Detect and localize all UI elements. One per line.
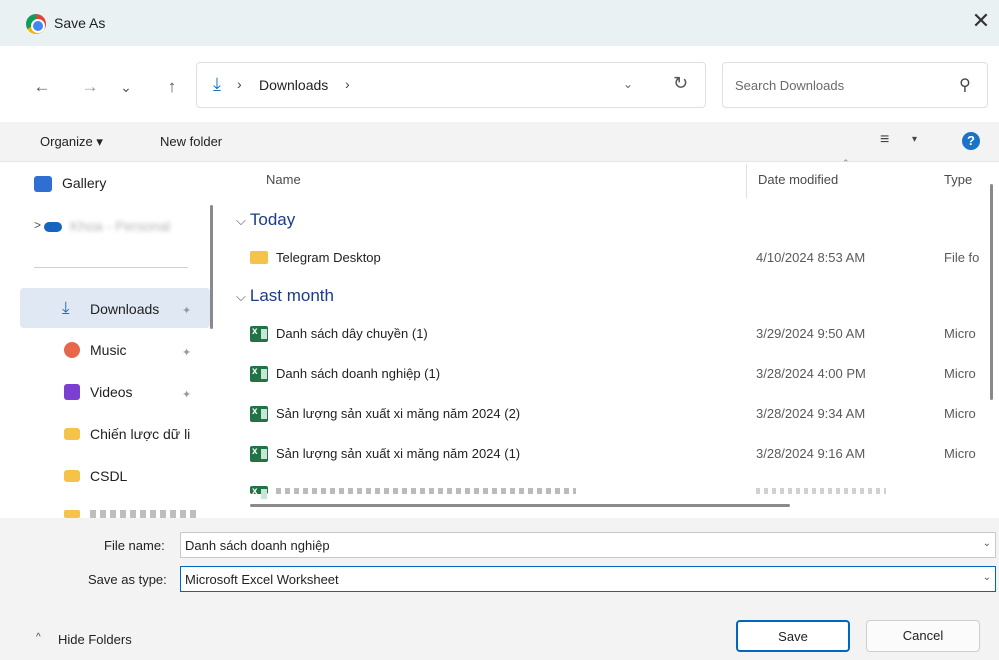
file-name-field[interactable]: Danh sách doanh nghiệp ⌄ [180, 532, 996, 558]
back-arrow-icon[interactable]: ← [30, 76, 54, 100]
column-divider[interactable] [746, 164, 747, 198]
gallery-icon [34, 176, 52, 192]
sidebar-item-label: Gallery [62, 175, 107, 191]
refresh-icon[interactable]: ↻ [673, 73, 688, 94]
folder-icon [64, 510, 80, 518]
address-bar[interactable]: ⤓ › Downloads › ⌄ ↻ [196, 62, 706, 108]
chevron-up-icon[interactable]: ^ [36, 632, 41, 643]
column-header-name[interactable]: Name [266, 172, 301, 187]
group-label: Last month [249, 286, 334, 305]
file-date: 4/10/2024 8:53 AM [756, 250, 866, 265]
search-icon[interactable]: ⚲ [959, 75, 971, 95]
recent-locations-chevron-icon[interactable]: ⌄ [114, 76, 138, 100]
file-date: 3/28/2024 9:34 AM [756, 406, 866, 421]
breadcrumb-separator[interactable]: › [345, 76, 350, 92]
onedrive-icon [44, 222, 62, 232]
window-title: Save As [54, 15, 106, 31]
command-toolbar [0, 122, 999, 162]
file-name-label: File name: [104, 538, 165, 553]
sidebar-scrollbar[interactable] [210, 205, 213, 329]
sidebar-item-label: Music [90, 342, 127, 358]
file-name[interactable]: Sản lượng sản xuất xi măng năm 2024 (2) [276, 406, 520, 421]
sidebar-item-label: Downloads [90, 301, 160, 317]
partially-hidden-file-date [756, 488, 886, 494]
column-header-date-modified[interactable]: Date modified [758, 172, 838, 187]
chrome-app-icon [26, 14, 46, 34]
file-date: 3/29/2024 9:50 AM [756, 326, 866, 341]
sidebar-item-label: Chiến lược dữ li [90, 426, 191, 442]
new-folder-button[interactable]: New folder [160, 134, 222, 149]
excel-file-icon [250, 366, 268, 382]
file-type: Micro [944, 446, 976, 461]
close-icon[interactable]: ✕ [967, 6, 995, 38]
file-name-value: Danh sách doanh nghiệp [185, 538, 330, 553]
folder-icon [64, 470, 80, 482]
file-name[interactable]: Sản lượng sản xuất xi măng năm 2024 (1) [276, 446, 520, 461]
file-name[interactable]: Telegram Desktop [276, 250, 381, 265]
pin-icon: ✦ [182, 305, 192, 317]
save-as-type-value: Microsoft Excel Worksheet [185, 572, 339, 587]
breadcrumb-downloads[interactable]: Downloads [259, 77, 328, 93]
partially-hidden-file-row [276, 488, 576, 494]
file-type: Micro [944, 366, 976, 381]
download-icon: ⤓ [213, 74, 221, 94]
folder-icon [64, 428, 80, 440]
save-button[interactable]: Save [736, 620, 850, 652]
save-as-type-select[interactable]: Microsoft Excel Worksheet ⌄ [180, 566, 996, 592]
group-header-last-month[interactable]: ⌵ Last month [236, 286, 334, 306]
file-name[interactable]: Danh sách dây chuyền (1) [276, 326, 428, 341]
pin-icon: ✦ [182, 389, 192, 401]
file-type: Micro [944, 406, 976, 421]
sidebar-item-label: Videos [90, 384, 133, 400]
excel-file-icon [250, 446, 268, 462]
partially-hidden-sidebar-item [90, 510, 200, 518]
hide-folders-button[interactable]: Hide Folders [58, 632, 132, 647]
up-arrow-icon[interactable]: ↑ [160, 76, 184, 100]
save-as-type-label: Save as type: [88, 572, 167, 587]
cancel-button[interactable]: Cancel [866, 620, 980, 652]
folder-icon [250, 251, 268, 264]
file-name[interactable]: Danh sách doanh nghiệp (1) [276, 366, 440, 381]
file-type: Micro [944, 326, 976, 341]
excel-file-icon [250, 326, 268, 342]
sort-indicator-icon: ⌃ [842, 158, 850, 168]
forward-arrow-icon[interactable]: → [78, 76, 102, 100]
breadcrumb-separator: › [237, 76, 242, 92]
group-label: Today [249, 210, 296, 229]
chevron-down-icon[interactable]: ⌄ [983, 572, 991, 583]
pin-icon: ✦ [182, 347, 192, 359]
title-bar [0, 0, 999, 46]
search-placeholder: Search Downloads [735, 78, 845, 93]
videos-icon [64, 384, 80, 400]
sidebar-divider [34, 267, 188, 268]
organize-button[interactable]: Organize ▾ [40, 134, 103, 150]
sidebar-item-label: CSDL [90, 468, 128, 484]
excel-file-icon [250, 486, 268, 499]
download-icon: ⤓ [62, 298, 70, 317]
file-type: File fo [944, 250, 980, 265]
excel-file-icon [250, 406, 268, 422]
file-list-horizontal-scrollbar[interactable] [250, 504, 790, 507]
collapse-chevron-icon: ⌵ [236, 289, 246, 304]
file-date: 3/28/2024 4:00 PM [756, 366, 866, 381]
search-input[interactable]: Search Downloads ⚲ [722, 62, 988, 108]
music-icon [64, 342, 80, 358]
column-header-type[interactable]: Type [944, 172, 972, 187]
view-options-icon[interactable]: ≡ [880, 131, 889, 149]
address-dropdown-icon[interactable]: ⌄ [623, 77, 633, 91]
file-list-vertical-scrollbar[interactable] [990, 184, 993, 400]
file-date: 3/28/2024 9:16 AM [756, 446, 866, 461]
view-dropdown-icon[interactable]: ▾ [912, 134, 917, 145]
sidebar-item-label: Khoa - Personal [70, 218, 171, 234]
collapse-chevron-icon: ⌵ [236, 213, 246, 228]
chevron-down-icon[interactable]: ⌄ [983, 538, 991, 549]
help-icon[interactable]: ? [962, 132, 980, 150]
group-header-today[interactable]: ⌵ Today [236, 210, 295, 230]
